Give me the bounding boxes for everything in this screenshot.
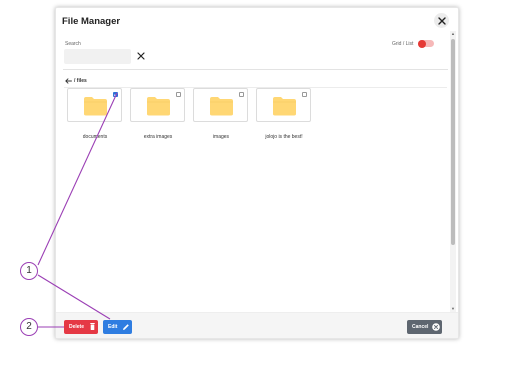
annotation-callout-1: 1 <box>20 262 38 280</box>
stage: File Manager Search Grid / List / files <box>0 0 512 387</box>
annotation-callout-2: 2 <box>20 318 38 336</box>
annotation-lines <box>37 92 118 328</box>
